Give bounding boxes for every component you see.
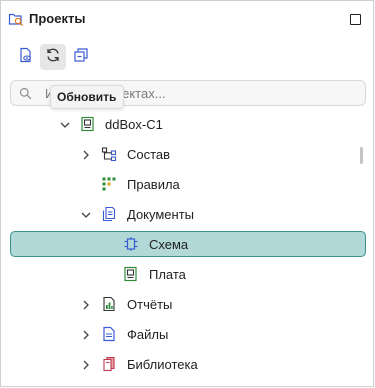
chevron-right-icon[interactable] <box>80 298 92 310</box>
documents-icon <box>101 206 117 222</box>
panel-titlebar: Проекты <box>1 1 373 37</box>
refresh-button[interactable] <box>40 44 66 70</box>
tree-item-label: Файлы <box>127 327 169 342</box>
tree-item-label: Состав <box>127 147 171 162</box>
restore-window-icon[interactable] <box>350 14 361 25</box>
library-books-icon <box>101 356 117 372</box>
projects-panel: Проекты Искать в проектах... Обновить dd… <box>0 0 374 387</box>
chevron-right-icon[interactable] <box>80 148 92 160</box>
file-icon <box>101 326 117 342</box>
chevron-down-icon[interactable] <box>59 118 71 130</box>
scrollbar[interactable] <box>360 147 363 164</box>
tree-item-dokumenty[interactable]: Документы <box>1 199 373 229</box>
chevron-right-icon[interactable] <box>80 328 92 340</box>
tree-item-skhema[interactable]: Схема <box>1 229 373 259</box>
chevron-down-icon[interactable] <box>80 208 92 220</box>
report-chart-icon <box>101 296 117 312</box>
collapse-all-button[interactable] <box>68 44 94 70</box>
open-project-icon <box>18 47 34 68</box>
refresh-tooltip: Обновить <box>50 85 125 109</box>
tree-item-sostav[interactable]: Состав <box>1 139 373 169</box>
tree-item-otchety[interactable]: Отчёты <box>1 289 373 319</box>
collapse-all-icon <box>73 47 89 68</box>
tree-item-ddbox[interactable]: ddBox-C1 <box>1 109 373 139</box>
board-chip-icon <box>123 266 139 282</box>
refresh-icon <box>45 47 61 68</box>
open-project-button[interactable] <box>13 44 39 70</box>
tree-item-label: Плата <box>149 267 186 282</box>
tree-item-label: Отчёты <box>127 297 173 312</box>
panel-toolbar <box>1 41 373 71</box>
chevron-right-icon[interactable] <box>80 358 92 370</box>
schematic-icon <box>123 236 139 252</box>
tree-item-faily[interactable]: Файлы <box>1 319 373 349</box>
tree-item-label: Правила <box>127 177 180 192</box>
rules-grid-icon <box>101 176 117 192</box>
panel-title: Проекты <box>29 11 86 26</box>
tree-item-label: Схема <box>149 237 189 252</box>
tree-item-pravila[interactable]: Правила <box>1 169 373 199</box>
tree-item-biblioteka[interactable]: Библиотека <box>1 349 373 379</box>
tree-item-label: ddBox-C1 <box>105 117 163 132</box>
board-chip-icon <box>80 116 96 132</box>
search-icon <box>19 87 32 100</box>
hierarchy-icon <box>101 146 117 162</box>
tree-item-plata[interactable]: Плата <box>1 259 373 289</box>
tree-item-label: Библиотека <box>127 357 198 372</box>
tree-item-label: Документы <box>127 207 195 222</box>
projects-folder-icon <box>8 11 24 27</box>
